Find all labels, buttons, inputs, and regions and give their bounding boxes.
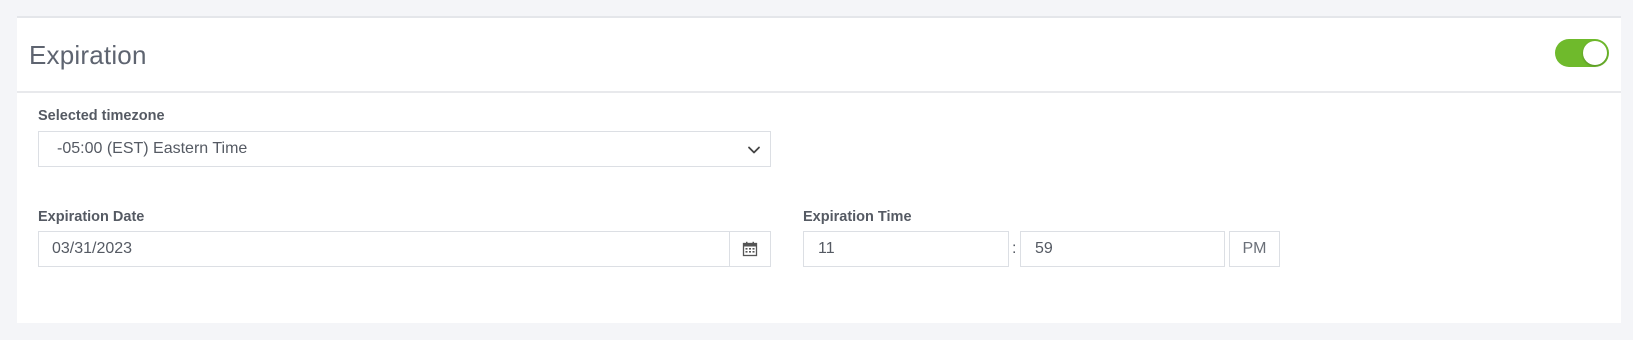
panel-header: Expiration	[17, 18, 1621, 93]
expiration-panel: Expiration	[17, 16, 1621, 323]
minute-input[interactable]: 59	[1020, 231, 1225, 267]
expiration-date-input[interactable]: 03/31/2023	[38, 231, 730, 267]
calendar-icon	[742, 241, 758, 257]
timezone-label: Selected timezone	[38, 108, 165, 124]
am-pm-toggle[interactable]: PM	[1229, 231, 1280, 267]
am-pm-value: PM	[1242, 240, 1267, 257]
hour-input[interactable]: 11	[803, 231, 1009, 267]
timezone-select[interactable]: -05:00 (EST) Eastern Time	[38, 131, 771, 167]
toggle-knob	[1583, 41, 1607, 65]
expiration-date-label: Expiration Date	[38, 209, 145, 225]
time-separator: :	[1012, 240, 1017, 257]
timezone-value: -05:00 (EST) Eastern Time	[57, 140, 248, 157]
expiration-toggle[interactable]	[1555, 39, 1609, 67]
chevron-down-icon	[748, 146, 760, 154]
expiration-time-label: Expiration Time	[803, 209, 912, 225]
section-title: Expiration	[29, 40, 147, 70]
expiration-date-value: 03/31/2023	[52, 240, 133, 257]
minute-value: 59	[1035, 240, 1053, 257]
hour-value: 11	[818, 240, 835, 257]
calendar-button[interactable]	[729, 231, 771, 267]
